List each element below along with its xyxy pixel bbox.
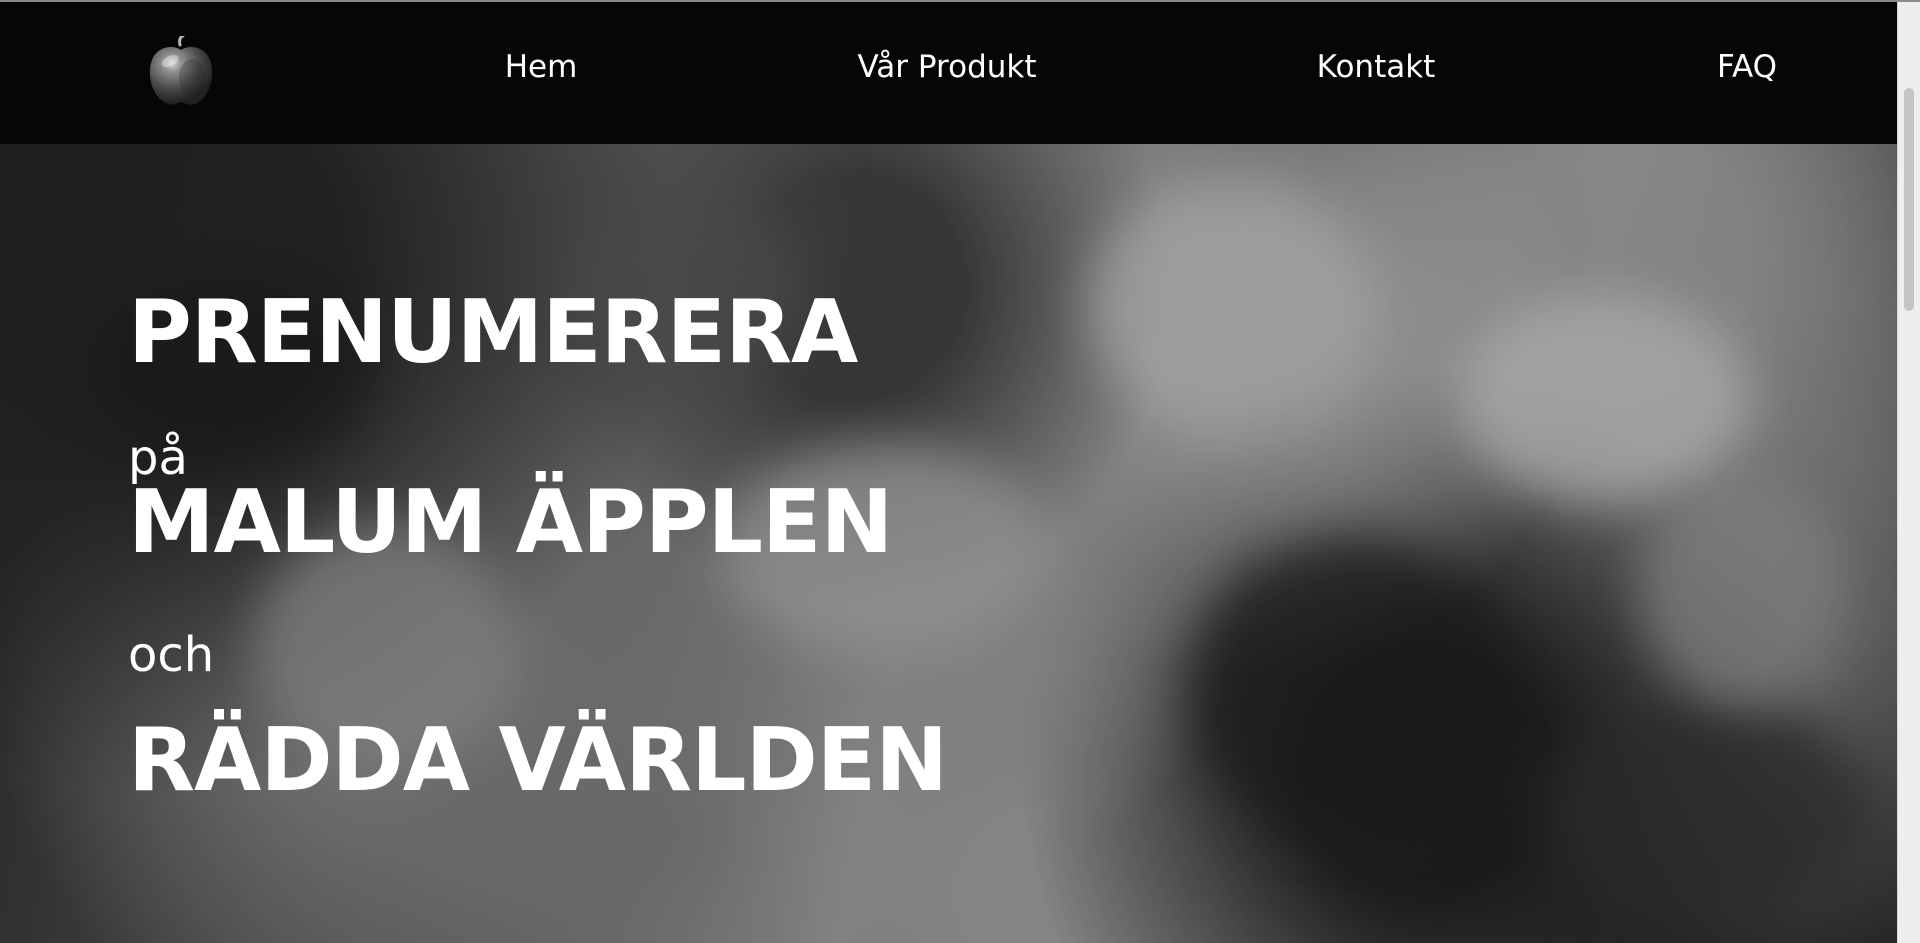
scrollbar-thumb[interactable] [1904,88,1914,311]
hero-line-malum-applen: MALUM ÄPPLEN [128,471,893,573]
top-navigation: Hem Vår Produkt Kontakt FAQ [0,2,1898,144]
apple-icon[interactable] [145,36,217,108]
nav-link-faq[interactable]: FAQ [1717,42,1777,92]
hero-line-radda-varlden: RÄDDA VÄRLDEN [128,709,948,811]
nav-link-kontakt[interactable]: Kontakt [1317,42,1436,92]
hero-section: PRENUMERERA på MALUM ÄPPLEN och RÄDDA VÄ… [0,144,1898,943]
nav-link-hem[interactable]: Hem [505,42,578,92]
vertical-scrollbar[interactable] [1897,2,1920,943]
nav-link-var-produkt[interactable]: Vår Produkt [857,42,1036,92]
webpage: Hem Vår Produkt Kontakt FAQ PRENUMERERA … [0,0,1920,943]
hero-line-och: och [128,627,215,683]
hero-line-prenumerera: PRENUMERERA [128,281,858,383]
